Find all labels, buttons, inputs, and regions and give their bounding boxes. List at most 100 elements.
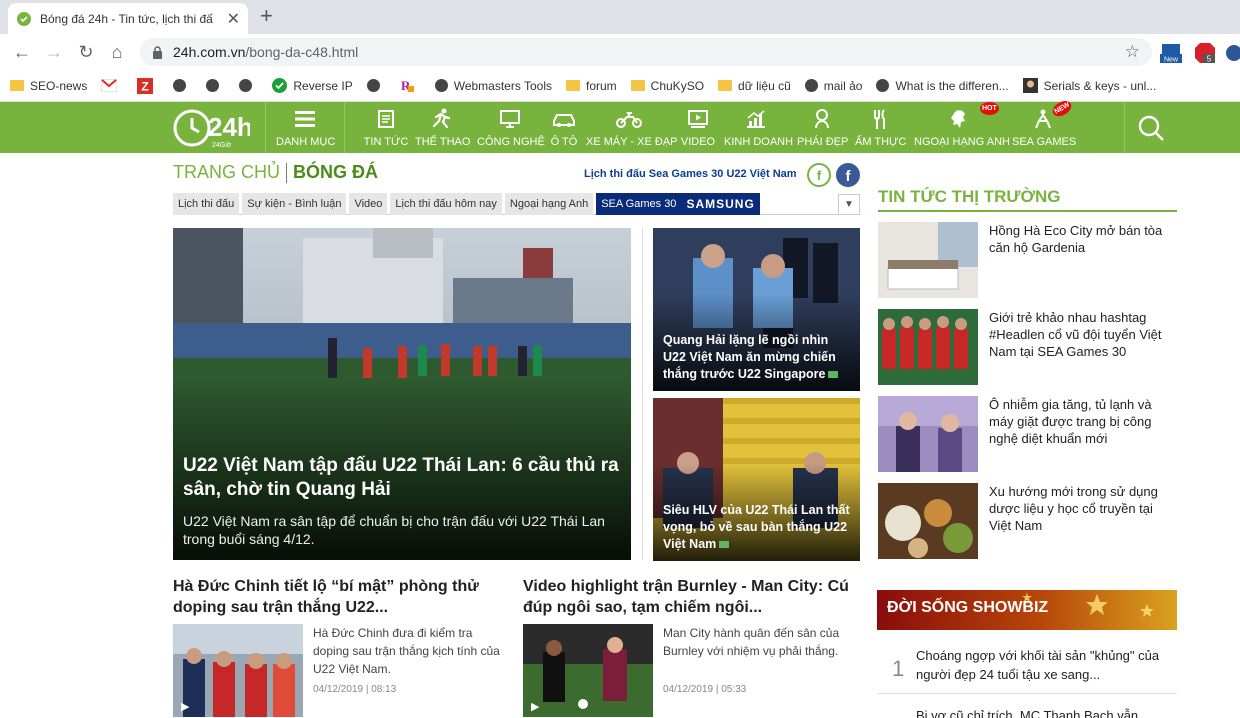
menu-ngoai-hang-anh[interactable]: NGOẠI HẠNG ANH HOT bbox=[914, 102, 1010, 148]
bookmark-item[interactable] bbox=[206, 79, 225, 92]
news-icon bbox=[378, 110, 394, 128]
folder-icon bbox=[718, 80, 733, 91]
menu-phai-dep[interactable]: PHÁI ĐẸP bbox=[797, 106, 848, 148]
menu-o-to[interactable]: Ô TÔ bbox=[548, 106, 580, 148]
menu-cong-nghe[interactable]: CÔNG NGHỆ bbox=[477, 106, 545, 148]
market-item[interactable]: Hồng Hà Eco City mở bán tòa căn hộ Garde… bbox=[878, 222, 1177, 298]
market-news-title[interactable]: TIN TỨC THỊ TRƯỜNG bbox=[878, 187, 1060, 207]
hero-title[interactable]: U22 Việt Nam tập đấu U22 Thái Lan: 6 cầu… bbox=[183, 454, 619, 502]
market-item-title[interactable]: Hồng Hà Eco City mở bán tòa căn hộ Garde… bbox=[989, 222, 1174, 256]
article-card[interactable]: Video highlight trận Burnley - Man City:… bbox=[523, 576, 853, 717]
bookmark-item[interactable] bbox=[366, 79, 386, 92]
bookmark-item[interactable]: Reverse IP bbox=[272, 78, 353, 93]
side-story[interactable]: Siêu HLV của U22 Thái Lan thất vọng, bỏ … bbox=[653, 398, 860, 561]
bookmark-item[interactable] bbox=[101, 79, 123, 92]
globe-icon bbox=[876, 79, 890, 92]
market-thumbnail[interactable] bbox=[878, 222, 978, 298]
subnav-video[interactable]: Video bbox=[349, 193, 388, 215]
subnav-ngoai-hang-anh[interactable]: Ngoại hạng Anh bbox=[504, 193, 594, 215]
share-24h-icon[interactable]: f bbox=[807, 163, 831, 187]
browser-toolbar: ← → ↻ ⌂ 24h.com.vn/bong-da-c48.html ☆ Ne… bbox=[0, 34, 1240, 70]
bookmark-item[interactable]: forum bbox=[565, 79, 617, 93]
market-thumbnail[interactable] bbox=[878, 309, 978, 385]
folder-icon bbox=[10, 80, 24, 91]
breadcrumb-home[interactable]: TRANG CHỦ bbox=[173, 162, 280, 183]
market-item-title[interactable]: Giới trẻ khảo nhau hashtag #Headlen cổ v… bbox=[989, 309, 1174, 360]
hero-caption: U22 Việt Nam tập đấu U22 Thái Lan: 6 cầu… bbox=[183, 454, 619, 548]
new-extension-icon[interactable]: New bbox=[1160, 42, 1182, 69]
menu-danh-muc[interactable]: DANH MỤC bbox=[276, 106, 335, 148]
subnav-sea-games[interactable]: SEA Games 30 SAMSUNG bbox=[596, 193, 760, 215]
menu-sea-games[interactable]: SEA GAMES NEW bbox=[1012, 97, 1076, 148]
site-header: 24h 24Giờ DANH MỤC TIN TỨC THỂ THAO CÔNG… bbox=[0, 97, 1240, 153]
showbiz-item-title[interactable]: Choáng ngợp với khối tài sản "khủng" của… bbox=[916, 646, 1176, 684]
bookmark-item[interactable]: Serials & keys - unl... bbox=[1022, 78, 1156, 93]
bookmark-item[interactable]: Webmasters Tools bbox=[434, 79, 552, 93]
bookmark-star-icon[interactable]: ☆ bbox=[1125, 42, 1140, 62]
bookmark-item[interactable]: dữ liệu cũ bbox=[718, 79, 791, 93]
menu-video[interactable]: VIDEO bbox=[680, 106, 716, 148]
market-item-title[interactable]: Xu hướng mới trong sử dụng dược liệu y h… bbox=[989, 483, 1174, 534]
profile-avatar[interactable] bbox=[1224, 42, 1240, 69]
adblock-icon[interactable]: 5 bbox=[1194, 42, 1216, 69]
subnav-lich-hom-nay[interactable]: Lịch thi đấu hôm nay bbox=[390, 193, 502, 215]
browser-tab-bar: Bóng đá 24h - Tin tức, lịch thi đấ ✕ + bbox=[0, 0, 1240, 34]
menu-kinh-doanh[interactable]: KINH DOANH bbox=[724, 106, 793, 148]
menu-xe-may[interactable]: XE MÁY - XE ĐẠP bbox=[586, 106, 678, 148]
car-icon bbox=[553, 114, 575, 127]
browser-tab[interactable]: Bóng đá 24h - Tin tức, lịch thi đấ ✕ bbox=[8, 3, 248, 34]
close-tab-icon[interactable]: ✕ bbox=[227, 9, 240, 29]
globe-icon bbox=[173, 79, 187, 92]
subnav-more-button[interactable]: ▼ bbox=[838, 194, 860, 215]
bookmark-item[interactable]: R bbox=[400, 78, 421, 93]
showbiz-banner[interactable]: ĐỜI SỐNG SHOWBIZ bbox=[877, 590, 1177, 630]
bookmark-item[interactable]: ChuKySO bbox=[630, 79, 704, 93]
forward-icon[interactable]: → bbox=[44, 42, 64, 62]
site-logo[interactable]: 24h 24Giờ bbox=[172, 106, 250, 150]
showbiz-item[interactable]: 1 Choáng ngợp với khối tài sản "khủng" c… bbox=[878, 646, 1177, 694]
market-thumbnail[interactable] bbox=[878, 396, 978, 472]
article-summary: Man City hành quân đến sân của Burnley v… bbox=[663, 626, 840, 658]
article-title[interactable]: Hà Đức Chinh tiết lộ “bí mật” phòng thử … bbox=[173, 576, 503, 618]
chart-icon bbox=[747, 110, 765, 128]
article-card[interactable]: Hà Đức Chinh tiết lộ “bí mật” phòng thử … bbox=[173, 576, 503, 717]
menu-tin-tuc[interactable]: TIN TỨC bbox=[362, 106, 410, 148]
bookmark-item[interactable]: SEO-news bbox=[10, 79, 87, 93]
showbiz-item-title[interactable]: Bị vợ cũ chỉ trích, MC Thanh Bạch vẫn bbox=[916, 706, 1176, 718]
promo-link[interactable]: Lịch thi đấu Sea Games 30 U22 Việt Nam bbox=[584, 168, 797, 180]
market-item-title[interactable]: Ô nhiễm gia tăng, tủ lạnh và máy giặt đư… bbox=[989, 396, 1174, 447]
hero-story[interactable]: U22 Việt Nam tập đấu U22 Thái Lan: 6 cầu… bbox=[173, 228, 631, 560]
showbiz-item[interactable]: Bị vợ cũ chỉ trích, MC Thanh Bạch vẫn bbox=[878, 706, 1177, 718]
bookmark-item[interactable] bbox=[173, 79, 192, 92]
divider bbox=[344, 102, 345, 153]
bookmarks-bar: SEO-news Z Reverse IP R Webmasters Tools… bbox=[0, 70, 1240, 102]
back-icon[interactable]: ← bbox=[12, 42, 32, 62]
site-search-button[interactable] bbox=[1124, 102, 1176, 153]
address-bar[interactable]: 24h.com.vn/bong-da-c48.html ☆ bbox=[140, 38, 1152, 66]
z-icon: Z bbox=[137, 77, 154, 94]
svg-text:f: f bbox=[817, 168, 822, 183]
reload-icon[interactable]: ↻ bbox=[76, 42, 96, 62]
page-title[interactable]: BÓNG ĐÁ bbox=[293, 162, 378, 183]
facebook-icon[interactable]: f bbox=[836, 163, 860, 187]
url-host: 24h.com.vn bbox=[173, 44, 246, 60]
market-item[interactable]: Xu hướng mới trong sử dụng dược liệu y h… bbox=[878, 483, 1177, 559]
bookmark-item[interactable]: Z bbox=[137, 77, 159, 94]
home-icon[interactable]: ⌂ bbox=[107, 42, 127, 62]
new-tab-button[interactable]: + bbox=[260, 4, 273, 28]
article-thumbnail[interactable]: ▶ bbox=[173, 624, 303, 717]
bookmark-item[interactable] bbox=[239, 79, 258, 92]
market-item[interactable]: Giới trẻ khảo nhau hashtag #Headlen cổ v… bbox=[878, 309, 1177, 385]
menu-am-thuc[interactable]: ẨM THỰC bbox=[855, 106, 906, 148]
market-item[interactable]: Ô nhiễm gia tăng, tủ lạnh và máy giặt đư… bbox=[878, 396, 1177, 472]
market-thumbnail[interactable] bbox=[878, 483, 978, 559]
article-thumbnail[interactable]: ▶ bbox=[523, 624, 653, 717]
bookmark-item[interactable]: mail ảo bbox=[804, 79, 862, 93]
article-title[interactable]: Video highlight trận Burnley - Man City:… bbox=[523, 576, 853, 618]
menu-the-thao[interactable]: THỂ THAO bbox=[415, 106, 470, 148]
bookmark-item[interactable]: What is the differen... bbox=[876, 79, 1009, 93]
globe-icon bbox=[434, 79, 448, 92]
subnav-su-kien[interactable]: Sự kiện - Bình luận bbox=[242, 193, 347, 215]
subnav-lich-thi-dau[interactable]: Lịch thi đấu bbox=[173, 193, 240, 215]
side-story[interactable]: Quang Hải lặng lẽ ngồi nhìn U22 Việt Nam… bbox=[653, 228, 860, 391]
